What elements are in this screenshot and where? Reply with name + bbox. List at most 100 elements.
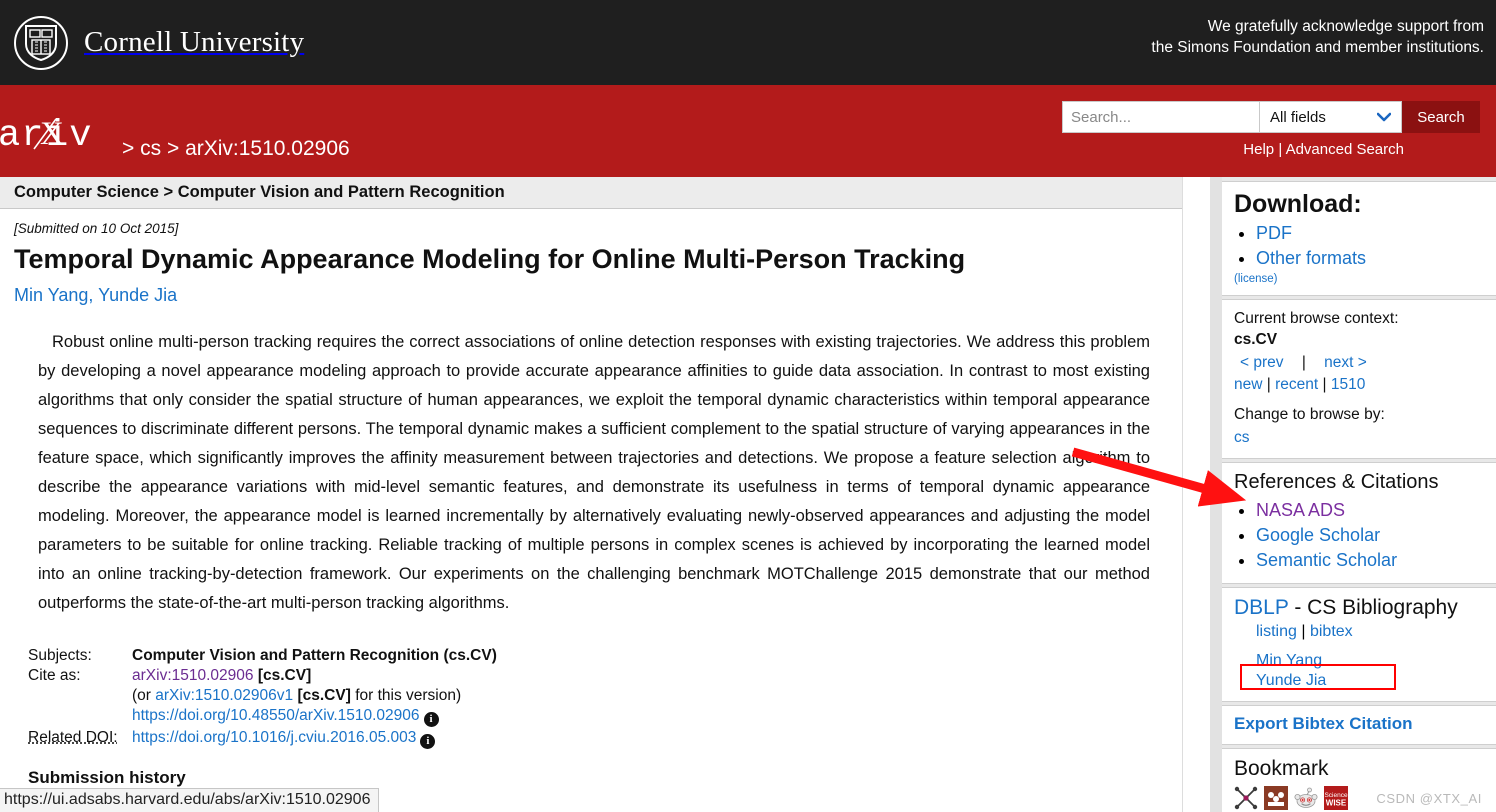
bibsonomy-icon[interactable] — [1234, 786, 1258, 810]
export-bibtex-box[interactable]: Export Bibtex Citation — [1222, 705, 1496, 745]
paper-content: [Submitted on 10 Oct 2015] Temporal Dyna… — [0, 209, 1182, 788]
download-box: Download: PDF Other formats (license) — [1222, 181, 1496, 296]
list-item[interactable]: PDF — [1256, 221, 1484, 246]
cite-as-value: arXiv:1510.02906 [cs.CV] — [132, 666, 497, 686]
dblp-link[interactable]: DBLP — [1234, 596, 1288, 619]
submission-history-heading: Submission history — [28, 768, 1166, 788]
change-browse-value-wrap[interactable]: cs — [1234, 427, 1484, 448]
sciencewise-icon[interactable]: Science WISE — [1324, 786, 1348, 810]
nav-separator: | — [1302, 354, 1306, 371]
dblp-listing-link[interactable]: listing — [1256, 623, 1297, 640]
list-item[interactable]: Semantic Scholar — [1256, 548, 1484, 573]
doi-link[interactable]: https://doi.org/10.48550/arXiv.1510.0290… — [132, 707, 420, 724]
dblp-heading: DBLP - CS Bibliography — [1234, 596, 1484, 620]
dblp-box: DBLP - CS Bibliography listing | bibtex … — [1222, 587, 1496, 702]
version-suffix: for this version) — [355, 687, 461, 704]
svg-text:WISE: WISE — [1326, 799, 1347, 808]
info-icon[interactable]: i — [420, 734, 435, 749]
list-item[interactable]: NASA ADS — [1256, 498, 1484, 523]
month-link[interactable]: 1510 — [1331, 376, 1365, 393]
mendeley-icon[interactable] — [1264, 786, 1288, 810]
chevron-down-icon — [1377, 113, 1391, 122]
arxiv-logo-icon: ar iv X — [0, 111, 116, 155]
subjects-value: Computer Vision and Pattern Recognition … — [132, 646, 497, 666]
list-item[interactable]: Google Scholar — [1256, 523, 1484, 548]
arxiv-header-bar: ar iv X > cs > arXiv:1510.02906 All fiel… — [0, 85, 1496, 177]
browse-context-box: Current browse context: cs.CV < prev | n… — [1222, 299, 1496, 459]
version-prefix: (or — [132, 687, 151, 704]
cornell-seal-icon — [14, 16, 68, 70]
search-field-select[interactable]: All fields — [1260, 101, 1402, 133]
version-category: [cs.CV] — [297, 687, 350, 704]
arxiv-logo-link[interactable]: ar iv X — [0, 111, 116, 155]
references-heading: References & Citations — [1234, 471, 1484, 494]
subjects-label: Subjects: — [28, 646, 132, 666]
support-acknowledgement-line2: the Simons Foundation and member institu… — [1151, 37, 1484, 58]
cornell-university-link[interactable]: Cornell University — [0, 16, 304, 70]
page-body: Computer Science > Computer Vision and P… — [0, 177, 1496, 812]
browse-context-quick-links: new | recent | 1510 — [1234, 374, 1484, 395]
browse-context-current: cs.CV — [1234, 329, 1484, 350]
dblp-heading-rest: - CS Bibliography — [1288, 596, 1457, 619]
breadcrumb: > cs > arXiv:1510.02906 — [122, 137, 350, 161]
semantic-scholar-link[interactable]: Semantic Scholar — [1256, 550, 1397, 570]
breadcrumb-sep-2: > — [167, 137, 179, 160]
csdn-watermark: CSDN @XTX_AI — [1376, 791, 1482, 806]
recent-link[interactable]: recent — [1275, 376, 1318, 393]
dblp-bibtex-link[interactable]: bibtex — [1310, 623, 1353, 640]
author-link-0[interactable]: Min Yang — [14, 285, 88, 305]
search-help-links: Help | Advanced Search — [1062, 141, 1480, 158]
breadcrumb-archive-link[interactable]: cs — [140, 137, 161, 160]
cite-version-row: (or arXiv:1510.02906v1 [cs.CV] for this … — [132, 686, 497, 706]
cornell-header-bar: Cornell University We gratefully acknowl… — [0, 0, 1496, 85]
related-doi-link[interactable]: https://doi.org/10.1016/j.cviu.2016.05.0… — [132, 729, 416, 746]
license-link-wrap[interactable]: (license) — [1234, 273, 1484, 285]
sidebar-gutter-strip — [1210, 177, 1222, 812]
subject-secondary-link[interactable]: Computer Vision and Pattern Recognition — [178, 183, 505, 202]
next-link[interactable]: next > — [1324, 354, 1367, 371]
svg-text:ar: ar — [0, 115, 44, 155]
dblp-author-links: Min Yang Yunde Jia — [1256, 651, 1484, 691]
prev-link[interactable]: < prev — [1240, 354, 1284, 371]
support-acknowledgement-line1: We gratefully acknowledge support from — [1151, 16, 1484, 37]
reddit-icon[interactable] — [1294, 786, 1318, 810]
export-bibtex-link[interactable]: Export Bibtex Citation — [1234, 714, 1413, 733]
list-item[interactable]: Other formats — [1256, 246, 1484, 271]
cite-version-link[interactable]: arXiv:1510.02906v1 — [155, 687, 293, 704]
references-citations-box: References & Citations NASA ADS Google S… — [1222, 462, 1496, 584]
download-pdf-link[interactable]: PDF — [1256, 223, 1292, 243]
dblp-author-link-0[interactable]: Min Yang — [1256, 651, 1484, 671]
browse-context-nav: < prev | next > — [1240, 352, 1484, 373]
table-row: (or arXiv:1510.02906v1 [cs.CV] for this … — [28, 686, 497, 706]
download-list: PDF Other formats — [1234, 221, 1484, 271]
help-link[interactable]: Help — [1243, 141, 1274, 158]
subject-separator: > — [163, 183, 173, 202]
nasa-ads-link[interactable]: NASA ADS — [1256, 500, 1345, 520]
download-other-formats-link[interactable]: Other formats — [1256, 248, 1366, 268]
browse-context-heading: Current browse context: — [1234, 308, 1484, 329]
search-button[interactable]: Search — [1402, 101, 1480, 133]
info-icon[interactable]: i — [424, 712, 439, 727]
bookmark-heading: Bookmark — [1234, 757, 1484, 781]
dblp-author-link-1[interactable]: Yunde Jia — [1256, 671, 1484, 691]
advanced-search-link[interactable]: Advanced Search — [1286, 141, 1404, 158]
doi-row: https://doi.org/10.48550/arXiv.1510.0290… — [132, 706, 497, 728]
breadcrumb-paper-id: arXiv:1510.02906 — [185, 137, 350, 160]
table-row: Subjects: Computer Vision and Pattern Re… — [28, 646, 497, 666]
new-link[interactable]: new — [1234, 376, 1262, 393]
support-acknowledgement: We gratefully acknowledge support from t… — [1151, 16, 1484, 58]
cite-arxiv-id-link[interactable]: arXiv:1510.02906 — [132, 667, 254, 684]
subject-primary-link[interactable]: Computer Science — [14, 183, 159, 202]
google-scholar-link[interactable]: Google Scholar — [1256, 525, 1380, 545]
right-sidebar: Download: PDF Other formats (license) Cu… — [1222, 177, 1496, 812]
table-row: Related DOI: https://doi.org/10.1016/j.c… — [28, 728, 497, 750]
change-browse-cs-link[interactable]: cs — [1234, 429, 1250, 446]
search-area: All fields Search Help | Advanced Search — [1062, 101, 1480, 158]
svg-text:X: X — [40, 116, 64, 152]
license-link[interactable]: (license) — [1234, 273, 1277, 285]
author-link-1[interactable]: Yunde Jia — [98, 285, 177, 305]
search-input[interactable] — [1062, 101, 1260, 133]
dblp-sublinks: listing | bibtex — [1256, 620, 1484, 644]
related-doi-label: Related DOI: — [28, 728, 132, 750]
related-doi-row: https://doi.org/10.1016/j.cviu.2016.05.0… — [132, 728, 497, 750]
